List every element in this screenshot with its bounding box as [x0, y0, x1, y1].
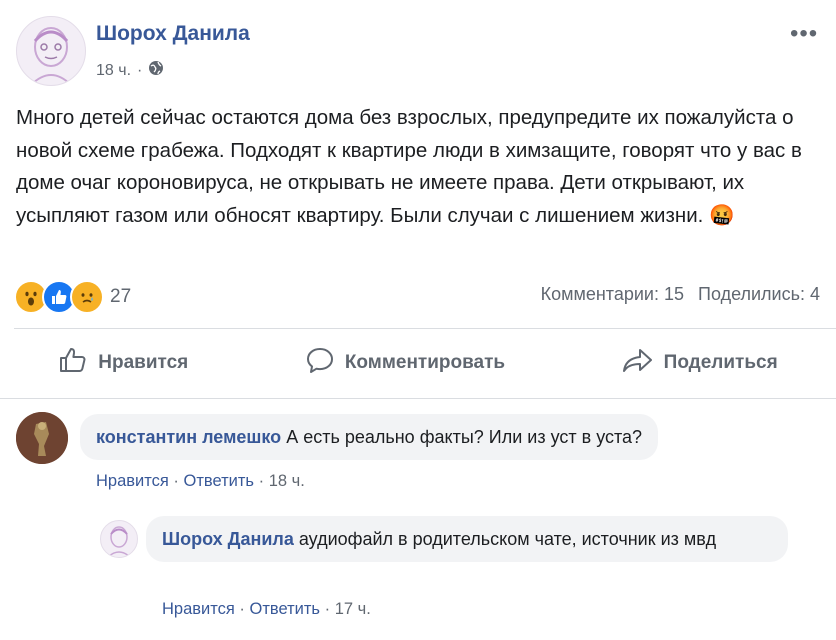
sad-reaction-icon: [70, 280, 104, 314]
divider: [0, 398, 836, 399]
reaction-count[interactable]: 27: [110, 286, 131, 308]
like-button-label: Нравится: [98, 352, 189, 373]
post-text: Много детей сейчас остаются дома без взр…: [16, 102, 816, 232]
post-time[interactable]: 18 ч.: [96, 62, 131, 80]
comment-like-link[interactable]: Нравится: [96, 472, 169, 490]
reply-author-avatar[interactable]: [100, 520, 138, 558]
comment-bubble-icon: [305, 346, 335, 380]
post-stats: Комментарии: 15 Поделились: 4: [541, 284, 820, 305]
post-author-name[interactable]: Шорох Данила: [96, 22, 250, 46]
post-action-bar: Нравится Комментировать Поделиться: [0, 330, 836, 396]
post-meta: 18 ч. ·: [96, 60, 164, 81]
commenter-avatar[interactable]: [16, 412, 68, 464]
separator: ·: [173, 472, 179, 490]
divider: [14, 328, 836, 329]
share-button[interactable]: Поделиться: [622, 346, 778, 380]
comment-text: А есть реально факты? Или из уст в уста?: [286, 427, 643, 447]
comment-bubble: константин лемешко А есть реально факты?…: [80, 414, 659, 460]
reaction-summary[interactable]: 27: [14, 280, 131, 314]
shares-count-link[interactable]: Поделились: 4: [698, 284, 820, 305]
thumbs-up-icon: [58, 346, 88, 380]
comment-time[interactable]: 18 ч.: [269, 472, 305, 490]
reply-bubble: Шорох Данила аудиофайл в родительском ча…: [146, 516, 788, 562]
more-options-icon[interactable]: •••: [790, 20, 818, 48]
emoji-icon: 🤬: [709, 203, 735, 227]
comment-actions: Нравится · Ответить · 18 ч.: [96, 472, 305, 491]
comments-count-link[interactable]: Комментарии: 15: [541, 284, 684, 305]
comment-author[interactable]: константин лемешко: [96, 427, 281, 447]
post-body: Много детей сейчас остаются дома без взр…: [16, 106, 802, 227]
share-arrow-icon: [622, 346, 654, 380]
share-button-label: Поделиться: [663, 352, 778, 373]
separator: ·: [258, 472, 265, 490]
comment-button-label: Комментировать: [344, 352, 506, 373]
reply-actions: Нравится · Ответить · 17 ч.: [162, 600, 371, 619]
reply-author[interactable]: Шорох Данила: [162, 529, 294, 549]
author-avatar[interactable]: [16, 16, 86, 86]
reply-text: аудиофайл в родительском чате, источник …: [298, 529, 717, 549]
comment-button[interactable]: Комментировать: [305, 346, 505, 380]
reply-reply-link[interactable]: Ответить: [250, 600, 321, 618]
globe-icon: [148, 60, 164, 81]
separator: ·: [239, 600, 245, 618]
comment-reply-link[interactable]: Ответить: [184, 472, 255, 490]
meta-separator: ·: [137, 61, 143, 79]
reply-like-link[interactable]: Нравится: [162, 600, 235, 618]
separator: ·: [324, 600, 331, 618]
reply-time[interactable]: 17 ч.: [335, 600, 371, 618]
like-button[interactable]: Нравится: [58, 346, 188, 380]
